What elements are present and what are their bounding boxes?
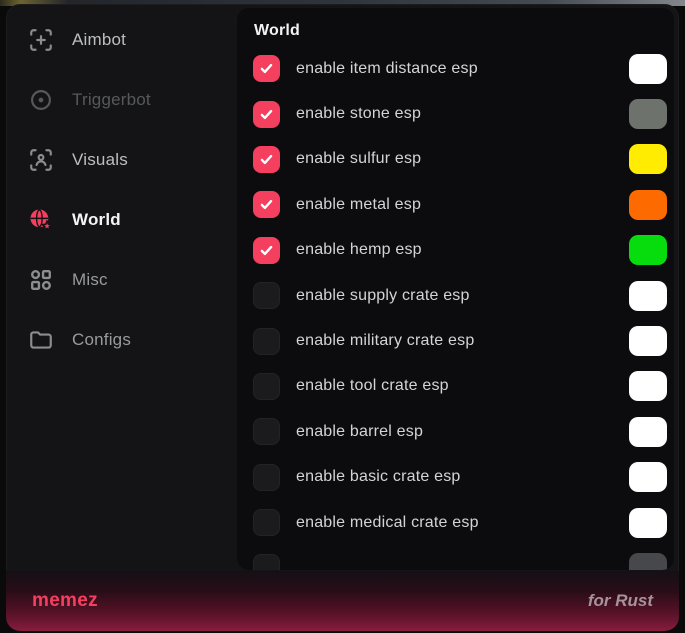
color-swatch-button[interactable] bbox=[629, 462, 667, 492]
esp-checkbox[interactable] bbox=[253, 509, 280, 536]
esp-label: enable military crate esp bbox=[296, 332, 474, 350]
crosshair-scan-icon bbox=[28, 27, 54, 53]
sidebar-item-label: Visuals bbox=[72, 150, 128, 170]
esp-checkbox[interactable] bbox=[253, 282, 280, 309]
color-swatch-button[interactable] bbox=[629, 281, 667, 311]
globe-star-icon bbox=[28, 207, 54, 233]
sidebar-item-label: Misc bbox=[72, 270, 108, 290]
sidebar-item-label: Aimbot bbox=[72, 30, 126, 50]
esp-label: enable metal esp bbox=[296, 196, 421, 214]
esp-label: enable stone esp bbox=[296, 105, 421, 123]
esp-list: enable item distance esp enable stone es… bbox=[237, 46, 674, 570]
sidebar-item-misc[interactable]: Misc bbox=[6, 250, 237, 310]
checkmark-icon bbox=[258, 242, 275, 259]
esp-label: enable supply crate esp bbox=[296, 287, 470, 305]
esp-checkbox[interactable] bbox=[253, 554, 280, 570]
esp-label: enable hemp esp bbox=[296, 241, 422, 259]
esp-row: enable supply crate esp bbox=[237, 273, 674, 318]
color-swatch-button[interactable] bbox=[629, 508, 667, 538]
sidebar-item-visuals[interactable]: Visuals bbox=[6, 130, 237, 190]
checkmark-icon bbox=[258, 60, 275, 77]
esp-row: enable sulfur esp bbox=[237, 137, 674, 182]
scan-person-icon bbox=[28, 147, 54, 173]
esp-row: enable military crate esp bbox=[237, 318, 674, 363]
esp-row: enable barrel esp bbox=[237, 409, 674, 454]
esp-checkbox[interactable] bbox=[253, 191, 280, 218]
esp-checkbox[interactable] bbox=[253, 328, 280, 355]
brand-name: memez bbox=[32, 590, 98, 612]
esp-checkbox[interactable] bbox=[253, 418, 280, 445]
sidebar-item-configs[interactable]: Configs bbox=[6, 310, 237, 370]
sidebar-item-aimbot[interactable]: Aimbot bbox=[6, 10, 237, 70]
brand-tagline: for Rust bbox=[588, 591, 653, 611]
esp-checkbox[interactable] bbox=[253, 146, 280, 173]
checkmark-icon bbox=[258, 196, 275, 213]
esp-checkbox[interactable] bbox=[253, 464, 280, 491]
esp-checkbox[interactable] bbox=[253, 101, 280, 128]
esp-row: enable stone esp bbox=[237, 91, 674, 136]
esp-label: enable tool crate esp bbox=[296, 377, 449, 395]
color-swatch-button[interactable] bbox=[629, 190, 667, 220]
circle-dot-icon bbox=[28, 87, 54, 113]
esp-checkbox[interactable] bbox=[253, 237, 280, 264]
folder-icon bbox=[28, 327, 54, 353]
esp-label: enable medical crate esp bbox=[296, 514, 479, 532]
shapes-icon bbox=[28, 267, 54, 293]
footer-bar: memez for Rust bbox=[6, 571, 679, 631]
color-swatch-button[interactable] bbox=[629, 326, 667, 356]
esp-label: enable basic crate esp bbox=[296, 468, 461, 486]
esp-row bbox=[237, 545, 674, 570]
color-swatch-button[interactable] bbox=[629, 235, 667, 265]
esp-row: enable hemp esp bbox=[237, 228, 674, 273]
color-swatch-button[interactable] bbox=[629, 144, 667, 174]
esp-label: enable sulfur esp bbox=[296, 150, 421, 168]
esp-checkbox[interactable] bbox=[253, 373, 280, 400]
sidebar-item-label: Triggerbot bbox=[72, 90, 151, 110]
color-swatch-button[interactable] bbox=[629, 371, 667, 401]
esp-label: enable barrel esp bbox=[296, 423, 423, 441]
esp-label: enable item distance esp bbox=[296, 60, 478, 78]
esp-row: enable medical crate esp bbox=[237, 500, 674, 545]
color-swatch-button[interactable] bbox=[629, 553, 667, 570]
sidebar-item-triggerbot[interactable]: Triggerbot bbox=[6, 70, 237, 130]
world-panel: World enable item distance esp enable st… bbox=[237, 8, 674, 570]
sidebar-item-label: Configs bbox=[72, 330, 131, 350]
sidebar-nav: Aimbot Triggerbot Visuals World Misc Con… bbox=[6, 10, 237, 370]
checkmark-icon bbox=[258, 151, 275, 168]
sidebar-item-label: World bbox=[72, 210, 121, 230]
cheat-menu-window: Aimbot Triggerbot Visuals World Misc Con… bbox=[6, 4, 679, 631]
esp-checkbox[interactable] bbox=[253, 55, 280, 82]
esp-row: enable metal esp bbox=[237, 182, 674, 227]
esp-row: enable item distance esp bbox=[237, 46, 674, 91]
color-swatch-button[interactable] bbox=[629, 417, 667, 447]
esp-row: enable tool crate esp bbox=[237, 364, 674, 409]
color-swatch-button[interactable] bbox=[629, 54, 667, 84]
sidebar-item-world[interactable]: World bbox=[6, 190, 237, 250]
color-swatch-button[interactable] bbox=[629, 99, 667, 129]
panel-title: World bbox=[254, 22, 674, 44]
checkmark-icon bbox=[258, 106, 275, 123]
esp-row: enable basic crate esp bbox=[237, 455, 674, 500]
